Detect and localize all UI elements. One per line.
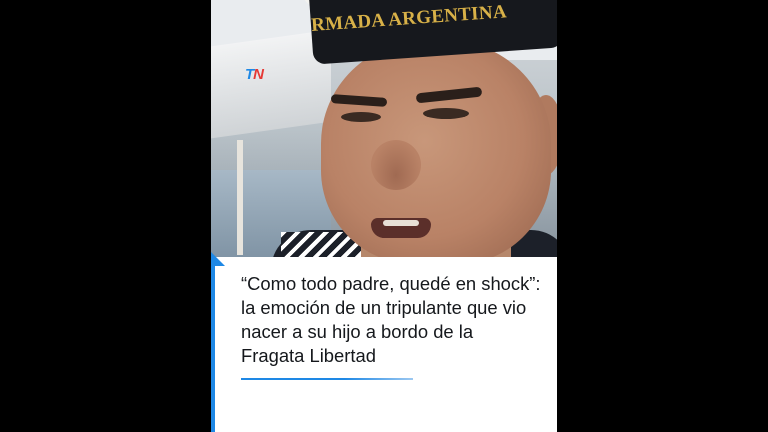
left-eye — [341, 112, 381, 122]
sailor-face — [321, 40, 551, 265]
headline: “Como todo padre, quedé en shock”: la em… — [241, 273, 541, 366]
video-frame[interactable]: RMADA ARGENTINA TN “Como todo padre, que… — [211, 0, 557, 432]
logo-letter-n: N — [253, 66, 264, 83]
headline-underline — [241, 378, 413, 380]
tn-logo-icon: TN — [245, 66, 264, 83]
right-eye — [423, 108, 469, 119]
rope — [237, 140, 243, 255]
nose — [371, 140, 421, 190]
card-left-accent — [211, 264, 215, 432]
logo-letter-t: T — [245, 66, 254, 83]
teeth — [383, 220, 419, 226]
